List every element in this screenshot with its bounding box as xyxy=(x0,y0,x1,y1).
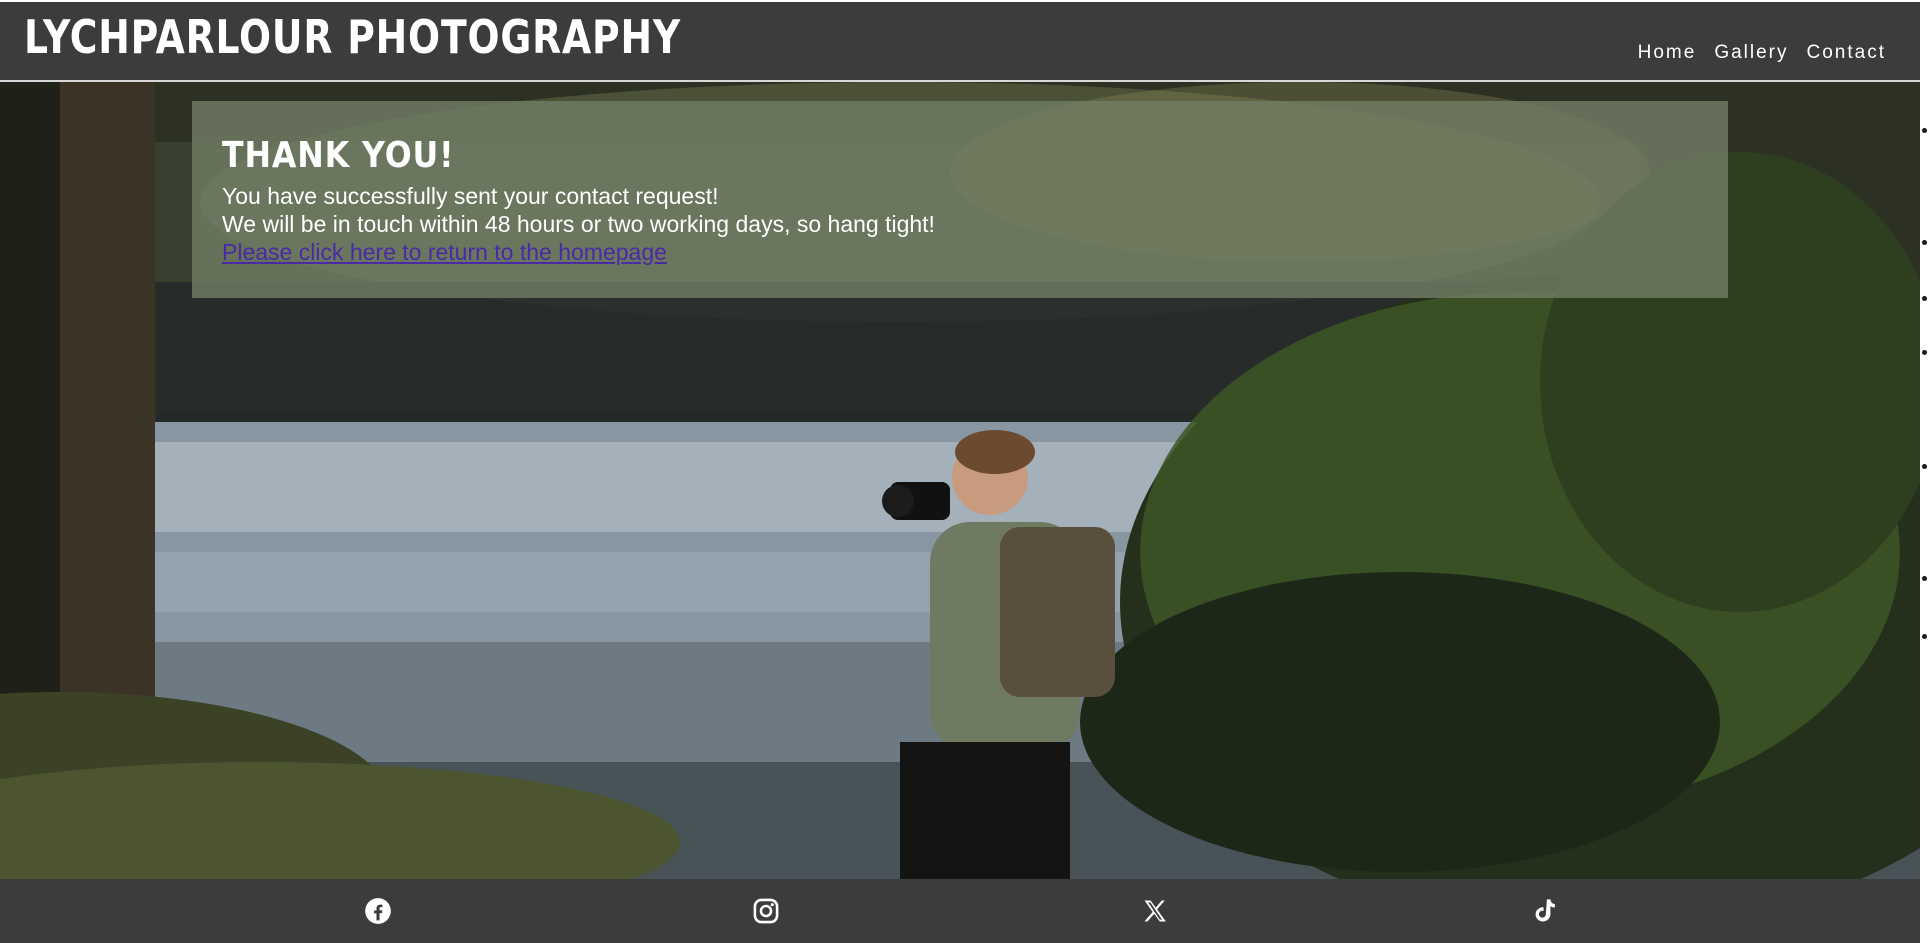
rail-dot xyxy=(1922,128,1927,133)
rail-dot xyxy=(1922,350,1927,355)
scroll-rail[interactable] xyxy=(1920,0,1929,943)
instagram-icon[interactable] xyxy=(752,897,780,925)
main-nav: Home Gallery Contact xyxy=(1638,42,1886,64)
nav-contact-link[interactable]: Contact xyxy=(1807,42,1886,64)
rail-dot xyxy=(1922,634,1927,639)
x-icon[interactable] xyxy=(1141,897,1169,925)
site-brand[interactable]: LYCHPARLOUR PHOTOGRAPHY xyxy=(24,10,681,64)
rail-dot xyxy=(1922,464,1927,469)
rail-dot xyxy=(1922,576,1927,581)
success-message: You have successfully sent your contact … xyxy=(222,183,719,209)
page: LYCHPARLOUR PHOTOGRAPHY Home Gallery Con… xyxy=(0,0,1929,943)
thank-you-panel: THANK YOU! You have successfully sent yo… xyxy=(192,101,1728,298)
nav-gallery-link[interactable]: Gallery xyxy=(1714,42,1788,64)
tiktok-icon[interactable] xyxy=(1530,897,1558,925)
nav-home-link[interactable]: Home xyxy=(1638,42,1697,64)
site-header: LYCHPARLOUR PHOTOGRAPHY Home Gallery Con… xyxy=(0,0,1920,82)
follow-up-message: We will be in touch within 48 hours or t… xyxy=(222,211,935,237)
return-homepage-link[interactable]: Please click here to return to the homep… xyxy=(222,239,667,265)
site-footer xyxy=(0,879,1920,943)
thank-you-heading: THANK YOU! xyxy=(222,135,455,176)
rail-dot xyxy=(1922,296,1927,301)
rail-dot xyxy=(1922,240,1927,245)
facebook-icon[interactable] xyxy=(364,897,392,925)
